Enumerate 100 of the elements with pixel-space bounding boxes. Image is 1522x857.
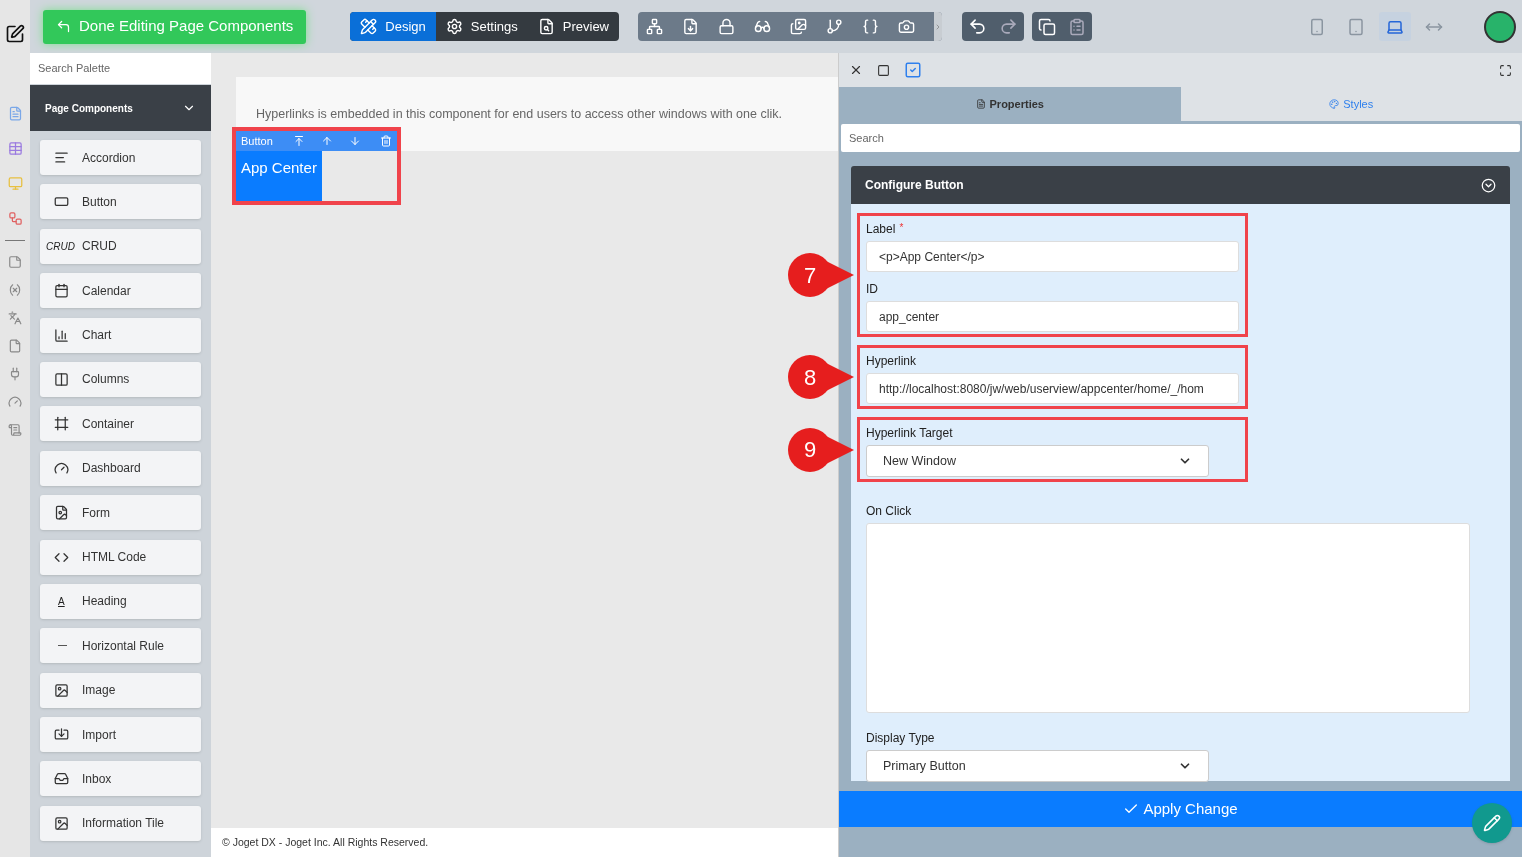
text-field[interactable]: <p>App Center</p> bbox=[866, 241, 1239, 272]
field-label: On Click bbox=[866, 503, 912, 520]
lock-icon[interactable] bbox=[718, 18, 735, 35]
scroll-icon[interactable] bbox=[8, 423, 22, 437]
image-icon bbox=[54, 682, 69, 698]
trash-icon[interactable] bbox=[380, 135, 392, 147]
dropdown[interactable]: New Window bbox=[866, 445, 1209, 477]
palette-item[interactable]: Columns bbox=[40, 361, 201, 397]
edit-icon[interactable] bbox=[5, 24, 25, 44]
palette-item[interactable]: Calendar bbox=[40, 273, 201, 309]
palette-item[interactable]: Image bbox=[40, 672, 201, 708]
palette-icon bbox=[1329, 99, 1340, 109]
avatar[interactable] bbox=[1484, 10, 1516, 43]
checkbox-icon[interactable] bbox=[904, 61, 922, 79]
variable-icon[interactable] bbox=[8, 283, 22, 297]
apply-change-button[interactable]: Apply Change bbox=[839, 791, 1522, 827]
chevron-right-icon[interactable] bbox=[934, 22, 942, 31]
palette-item[interactable]: A Heading bbox=[40, 583, 201, 619]
file-icon[interactable] bbox=[8, 339, 22, 353]
palette-item-label: Button bbox=[82, 193, 117, 211]
lines-icon bbox=[54, 150, 69, 165]
plug-icon[interactable] bbox=[8, 367, 22, 381]
calendar-icon bbox=[54, 283, 69, 299]
palette-item[interactable]: Button bbox=[40, 184, 201, 220]
palette-item[interactable]: Information Tile bbox=[40, 805, 201, 841]
field-label: Label bbox=[866, 221, 896, 238]
tablet-icon bbox=[1347, 17, 1365, 36]
arrow-down-icon[interactable] bbox=[348, 135, 361, 147]
dropdown[interactable]: Primary Button bbox=[866, 750, 1209, 782]
dash-icon bbox=[58, 645, 67, 647]
workflow-icon[interactable] bbox=[7, 211, 23, 226]
images-icon[interactable] bbox=[790, 18, 807, 35]
table-icon[interactable] bbox=[7, 141, 23, 156]
section-header[interactable]: Configure Button bbox=[851, 166, 1510, 204]
undo-icon[interactable] bbox=[968, 17, 987, 36]
palette-item-label: Image bbox=[82, 682, 116, 700]
text-field[interactable]: app_center bbox=[866, 301, 1239, 332]
mode-tab[interactable]: Settings bbox=[435, 12, 528, 41]
palette-item-label: Form bbox=[82, 504, 110, 522]
palette-item-label: Heading bbox=[82, 593, 127, 611]
hierarchy-icon[interactable] bbox=[646, 18, 663, 35]
palette-item[interactable]: Container bbox=[40, 406, 201, 442]
palette-item-label: Calendar bbox=[82, 282, 131, 300]
preview-icon bbox=[537, 18, 555, 35]
field-label: ID bbox=[866, 281, 878, 298]
device-toggle[interactable] bbox=[1379, 12, 1411, 41]
columns-icon bbox=[54, 371, 69, 387]
description-text: Hyperlinks is embedded in this component for end users to access other windows with one clik. bbox=[256, 105, 782, 123]
palette-item-label: HTML Code bbox=[82, 549, 147, 566]
section-header[interactable]: Page Components bbox=[30, 85, 211, 131]
camera-icon[interactable] bbox=[898, 18, 915, 35]
copy-icon[interactable] bbox=[1038, 17, 1056, 36]
arrow-up-icon[interactable] bbox=[320, 135, 333, 147]
import-icon bbox=[54, 727, 69, 743]
glasses-icon[interactable] bbox=[754, 18, 771, 35]
app-center-button[interactable]: App Center bbox=[236, 151, 322, 201]
search-field[interactable]: Search Palette bbox=[30, 53, 211, 84]
mode-tab[interactable]: Preview bbox=[527, 12, 619, 41]
fullscreen-icon[interactable] bbox=[1499, 63, 1512, 77]
pencil-icon bbox=[1483, 814, 1501, 832]
edit-fab[interactable] bbox=[1472, 803, 1512, 843]
palette-item[interactable]: Chart bbox=[40, 317, 201, 353]
mode-tab[interactable]: Design bbox=[350, 12, 436, 41]
palette-item[interactable]: Inbox bbox=[40, 761, 201, 797]
clipboard-icon[interactable] bbox=[1068, 17, 1086, 36]
search-field[interactable]: Search bbox=[841, 124, 1520, 152]
document-icon[interactable] bbox=[682, 18, 699, 35]
gauge-icon[interactable] bbox=[8, 395, 22, 409]
palette-item-label: CRUD bbox=[82, 238, 117, 256]
document-icon bbox=[54, 505, 69, 521]
palette-item-label: Container bbox=[82, 415, 135, 433]
document-icon[interactable] bbox=[7, 106, 23, 121]
component-type-label: Button bbox=[241, 133, 273, 149]
window-icon[interactable] bbox=[877, 63, 890, 77]
palette-item[interactable]: Horizontal Rule bbox=[40, 628, 201, 664]
palette-item[interactable]: Dashboard bbox=[40, 450, 201, 486]
braces-icon[interactable] bbox=[862, 18, 879, 35]
redo-icon[interactable] bbox=[999, 17, 1018, 36]
palette-item[interactable]: Accordion bbox=[40, 140, 201, 175]
palette-item[interactable]: HTML Code bbox=[40, 539, 201, 575]
selection-frame[interactable]: Button App Center bbox=[232, 127, 401, 205]
chevron-down-icon bbox=[1481, 177, 1496, 193]
close-icon[interactable] bbox=[849, 63, 863, 77]
field-label: Display Type bbox=[866, 730, 935, 747]
letter-icon: A bbox=[46, 593, 74, 609]
move-up-icon[interactable] bbox=[292, 135, 305, 147]
palette-item-label: Import bbox=[82, 726, 116, 744]
palette-item-label: Chart bbox=[82, 327, 112, 345]
note-icon[interactable] bbox=[8, 255, 22, 269]
palette-item[interactable]: CRUD CRUD bbox=[40, 228, 201, 264]
palette-item[interactable]: Import bbox=[40, 717, 201, 753]
palette-item-label: Inbox bbox=[82, 770, 112, 788]
translate-icon[interactable] bbox=[8, 311, 22, 325]
branch-icon[interactable] bbox=[826, 18, 843, 35]
settings-icon bbox=[445, 18, 463, 35]
text-field[interactable]: http://localhost:8080/jw/web/userview/appcenter/home/_/hom bbox=[866, 373, 1239, 404]
palette-item[interactable]: Form bbox=[40, 495, 201, 531]
palette-item-label: Dashboard bbox=[82, 460, 141, 478]
inbox-icon bbox=[54, 771, 69, 787]
required-mark: * bbox=[899, 221, 904, 235]
